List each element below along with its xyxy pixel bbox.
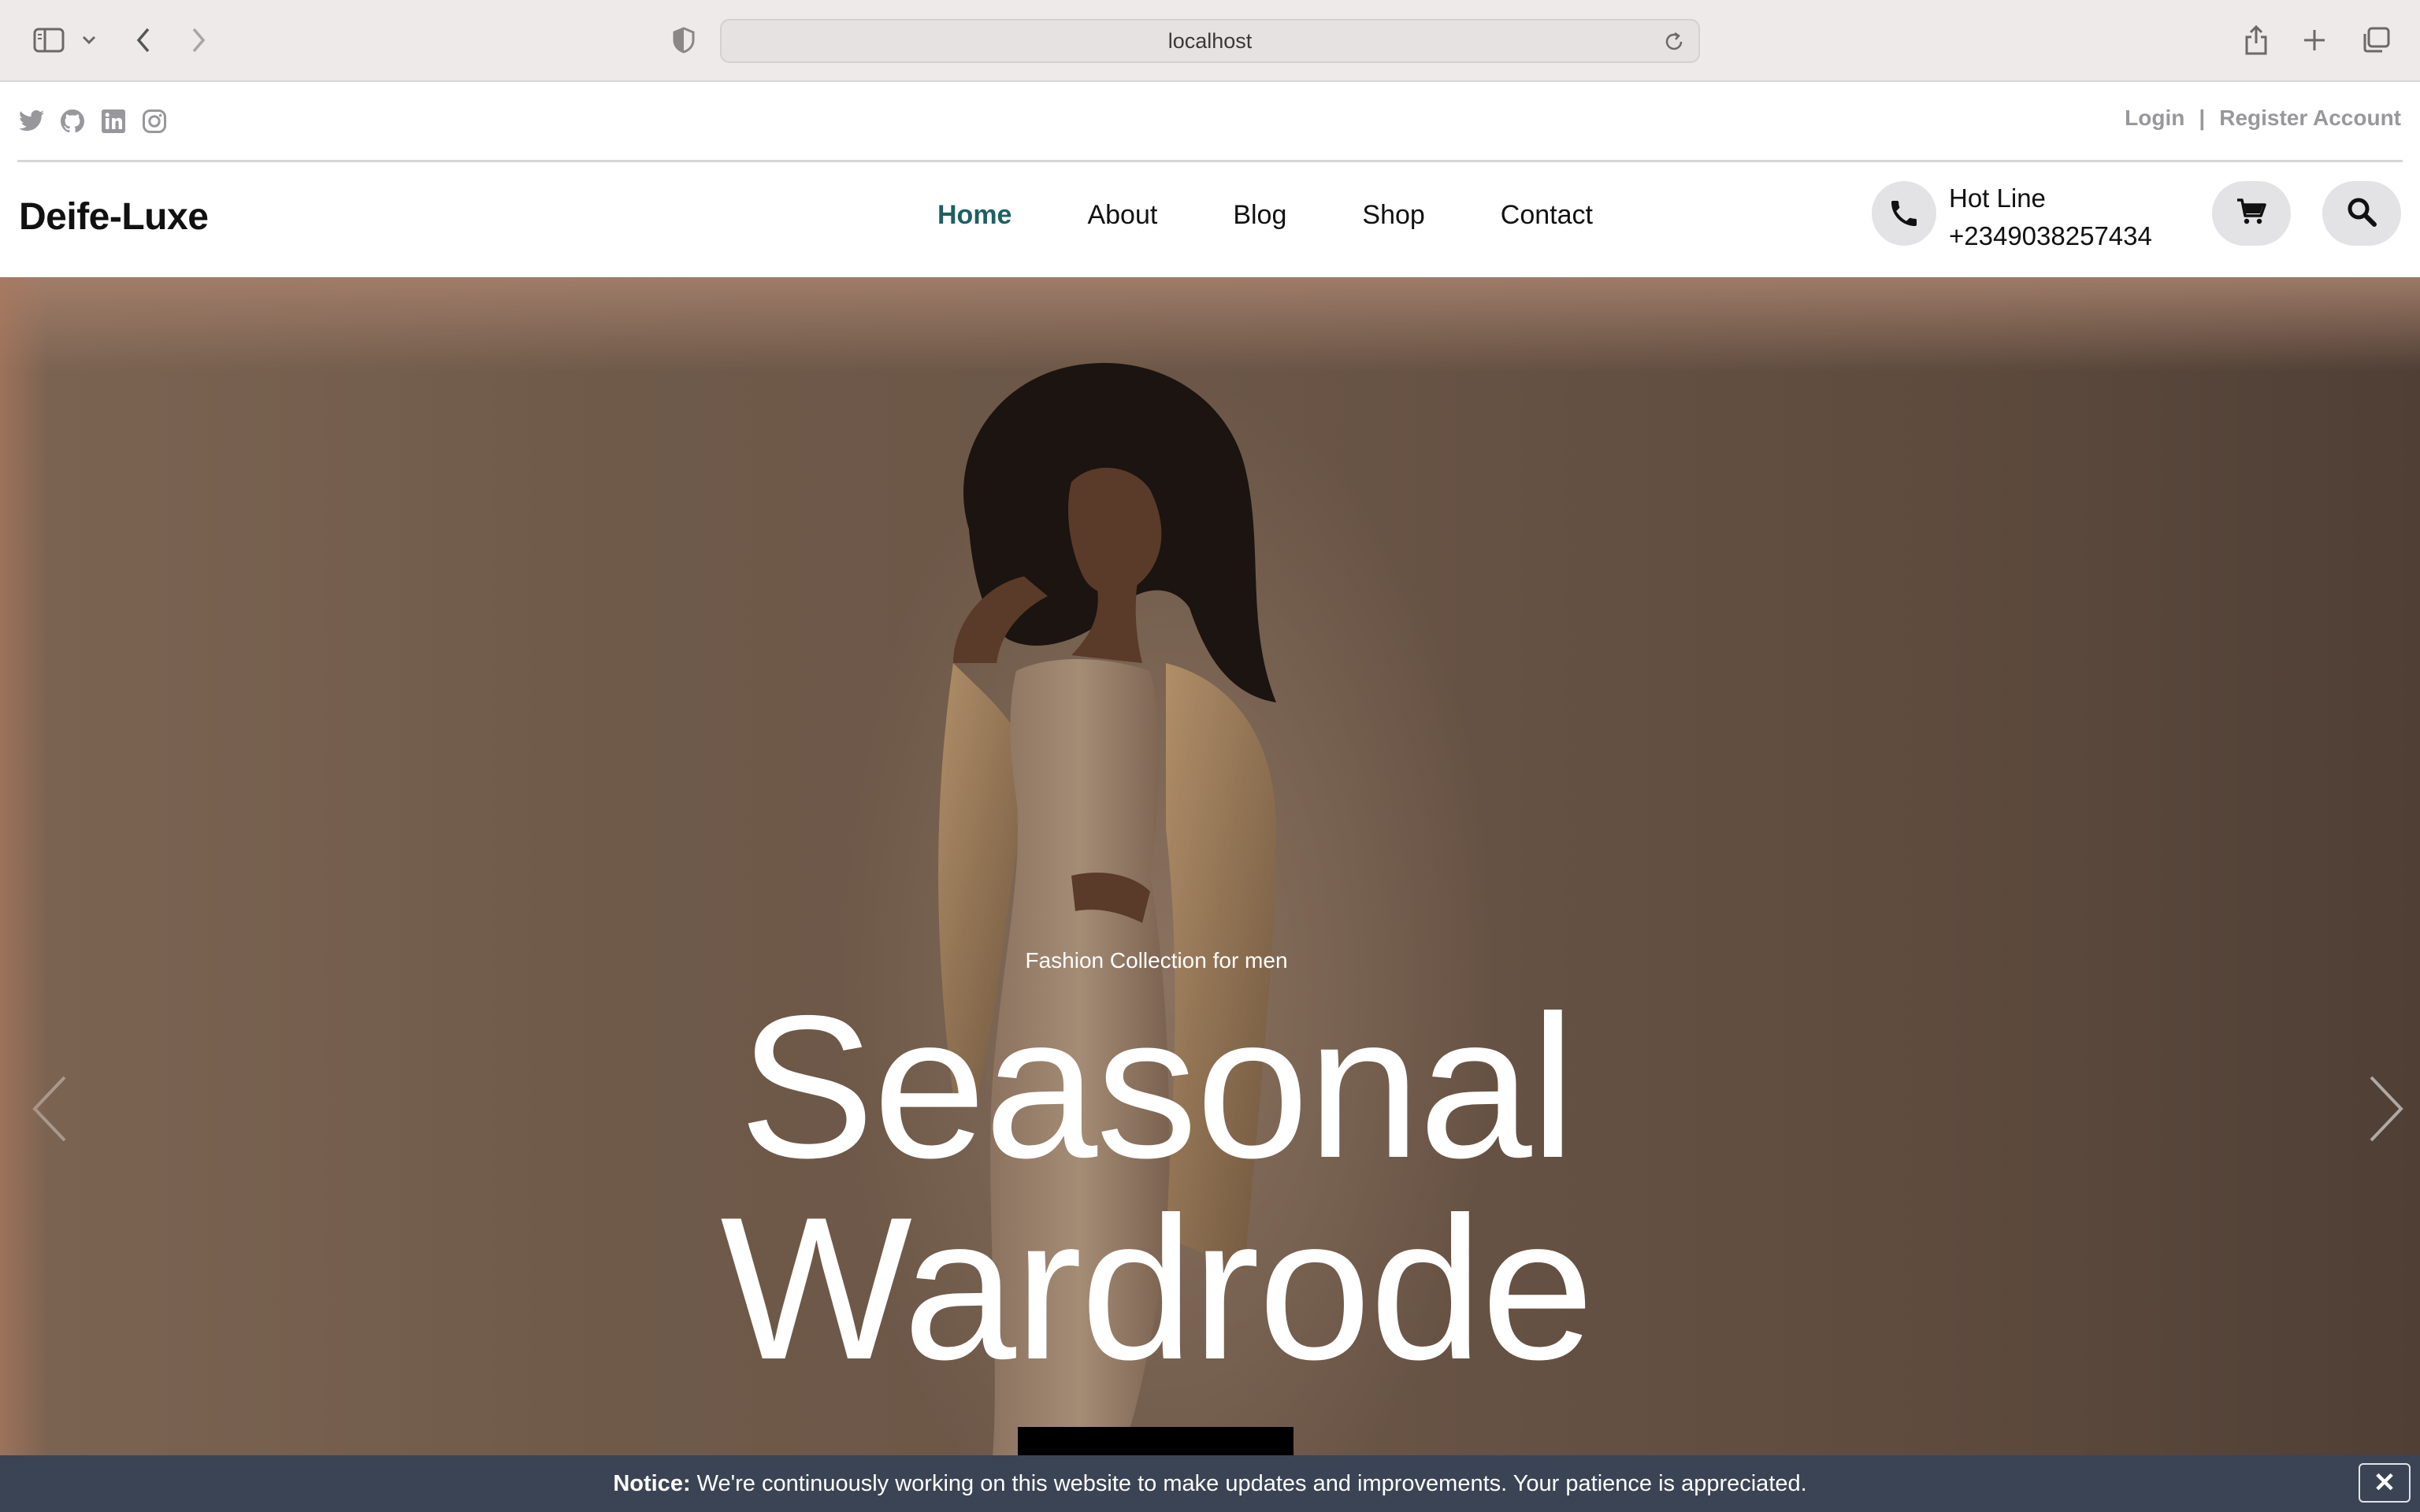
twitter-icon[interactable] <box>17 107 46 135</box>
main-menu: Home About Blog Shop Contact <box>937 200 1668 231</box>
share-icon[interactable] <box>2242 20 2270 60</box>
linkedin-icon[interactable] <box>99 107 128 135</box>
nav-about[interactable]: About <box>1087 200 1157 231</box>
hero-headline-line-1: Seasonal <box>739 973 1576 1200</box>
site-logo[interactable]: Deife-Luxe <box>19 195 209 239</box>
address-bar[interactable]: localhost <box>720 19 1700 63</box>
search-icon <box>2347 197 2377 231</box>
notice-text: We're continuously working on this websi… <box>696 1470 1807 1496</box>
close-icon: ✕ <box>2373 1468 2396 1498</box>
notice-close-button[interactable]: ✕ <box>2359 1463 2411 1503</box>
instagram-icon[interactable] <box>140 107 169 135</box>
hero-slider: Fashion Collection for men Seasonal Ward… <box>0 277 2420 1455</box>
address-text: localhost <box>1167 28 1253 53</box>
phone-icon[interactable] <box>1872 181 1936 246</box>
sidebar-toggle-icon[interactable] <box>30 20 68 60</box>
register-link[interactable]: Register Account <box>2219 106 2401 131</box>
main-header: Deife-Luxe Home About Blog Shop Contact … <box>0 162 2420 277</box>
notice-bar: Notice: We're continuously working on th… <box>0 1455 2420 1512</box>
hero-headline: Seasonal Wardrode <box>0 973 2313 1402</box>
hotline-label: Hot Line <box>1949 183 2046 213</box>
hero-cta-button[interactable] <box>1018 1427 1294 1455</box>
new-tab-icon[interactable] <box>2300 20 2329 60</box>
chevron-down-icon[interactable] <box>79 20 99 60</box>
hero-headline-line-2: Wardrode <box>720 1174 1594 1402</box>
nav-blog[interactable]: Blog <box>1233 200 1286 231</box>
tab-overview-icon[interactable] <box>2360 20 2392 60</box>
social-links <box>17 107 169 135</box>
hotline: Hot Line +2349038257434 <box>1949 180 2152 255</box>
hero-eyebrow: Fashion Collection for men <box>1025 948 1288 973</box>
cart-icon <box>2236 198 2266 229</box>
slider-next-arrow-icon[interactable] <box>2362 1069 2409 1148</box>
nav-home[interactable]: Home <box>937 200 1011 231</box>
reload-icon[interactable] <box>1664 31 1684 53</box>
notice-label: Notice: <box>613 1470 691 1496</box>
login-link[interactable]: Login <box>2125 106 2184 131</box>
nav-contact[interactable]: Contact <box>1501 200 1593 231</box>
auth-separator: | <box>2199 106 2206 130</box>
back-icon[interactable] <box>129 20 158 60</box>
slider-prev-arrow-icon[interactable] <box>27 1069 74 1148</box>
search-button[interactable] <box>2322 181 2401 246</box>
hotline-number[interactable]: +2349038257434 <box>1949 217 2152 255</box>
privacy-shield-icon[interactable] <box>670 20 698 60</box>
forward-icon[interactable] <box>184 20 213 60</box>
top-bar: Login | Register Account <box>0 82 2420 162</box>
cart-button[interactable] <box>2212 181 2291 246</box>
nav-shop[interactable]: Shop <box>1362 200 1424 231</box>
auth-links: Login | Register Account <box>2125 106 2401 131</box>
github-icon[interactable] <box>58 107 87 135</box>
browser-toolbar: localhost <box>0 0 2420 82</box>
